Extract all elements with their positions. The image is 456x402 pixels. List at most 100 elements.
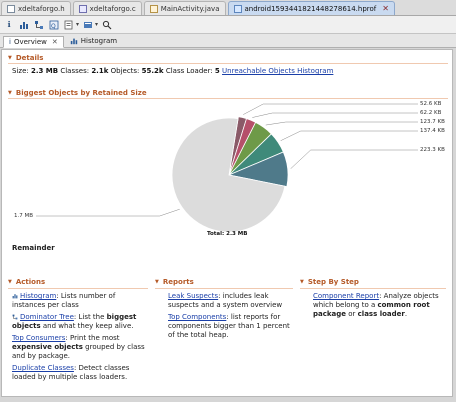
action-dominator-tree: Dominator Tree: List the biggest objects… xyxy=(12,313,150,331)
tab-label: Histogram xyxy=(80,37,118,45)
leader-line xyxy=(36,208,180,217)
divider xyxy=(8,98,448,99)
info-icon[interactable]: ℹ xyxy=(3,19,15,31)
report-dropdown-icon[interactable] xyxy=(63,19,75,31)
divider xyxy=(8,288,148,289)
dominator-tree-link[interactable]: Dominator Tree xyxy=(20,313,74,321)
chevron-down-icon[interactable]: ▾ xyxy=(76,21,79,28)
info-icon: i xyxy=(9,38,11,46)
remainder-label: Remainder xyxy=(12,244,55,252)
java-file-icon xyxy=(149,4,158,13)
leader-line xyxy=(252,112,418,118)
c-file-icon xyxy=(78,4,87,13)
step-by-step-heading: Step By Step xyxy=(307,277,359,286)
top-consumers-link[interactable]: Top Consumers xyxy=(12,334,65,342)
dominator-tree-icon[interactable] xyxy=(33,19,45,31)
editor-tab-hprof[interactable]: android1593441821448278614.hprof ✕ xyxy=(227,1,395,15)
objects-value: 55.2k xyxy=(141,67,164,75)
action-description: and what they keep alive. xyxy=(40,322,134,330)
editor-tab-label: MainActivity.java xyxy=(160,4,220,13)
close-icon[interactable]: ✕ xyxy=(382,4,389,13)
action-duplicate-classes: Duplicate Classes: Detect classes loaded… xyxy=(12,364,150,382)
close-icon[interactable]: ✕ xyxy=(52,38,58,46)
search-icon[interactable] xyxy=(101,19,113,31)
report-leak-suspects: Leak Suspects: includes leak suspects an… xyxy=(168,292,294,310)
action-emphasis: expensive objects xyxy=(12,343,83,351)
h-file-icon xyxy=(7,4,15,13)
step-by-step-header[interactable]: ▼ Step By Step xyxy=(300,276,446,287)
retained-size-chart: 52.6 KB 62.2 KB 123.7 KB 137.4 KB 223.3 … xyxy=(2,100,454,300)
step-description: or xyxy=(346,310,358,318)
query-dropdown-icon[interactable] xyxy=(82,19,94,31)
view-tab-bar: i Overview ✕ Histogram xyxy=(0,34,456,48)
divider xyxy=(8,63,448,64)
leader-line xyxy=(265,121,418,126)
component-report-link[interactable]: Component Report xyxy=(313,292,379,300)
editor-tab-bar: xdeltaforgo.h xdeltaforgo.c MainActivity… xyxy=(0,0,456,16)
dominator-tree-icon xyxy=(12,314,18,320)
actions-heading: Actions xyxy=(15,277,46,286)
histogram-icon xyxy=(70,38,77,45)
reports-section: ▼ Reports xyxy=(155,276,293,289)
objects-label: Objects: xyxy=(110,67,140,75)
action-histogram: Histogram: Lists number of instances per… xyxy=(12,292,150,310)
size-value: 2.3 MB xyxy=(30,67,59,75)
histogram-link[interactable]: Histogram xyxy=(20,292,56,300)
class-loader-value: 5 xyxy=(214,67,220,75)
leader-line xyxy=(290,149,418,169)
unreachable-objects-link[interactable]: Unreachable Objects Histogram xyxy=(222,67,333,75)
collapse-icon: ▼ xyxy=(8,89,12,96)
actions-section: ▼ Actions xyxy=(8,276,148,289)
overview-panel: ▼ Details Size: 2.3 MB Classes: 2.1k Obj… xyxy=(1,49,453,397)
divider xyxy=(300,288,446,289)
action-description: : Print the most xyxy=(65,334,120,342)
svg-text:Q: Q xyxy=(51,23,56,30)
step-emphasis: class loader xyxy=(357,310,405,318)
chevron-down-icon[interactable]: ▾ xyxy=(95,21,98,28)
slice-label: 62.2 KB xyxy=(420,110,442,116)
pie-chart[interactable] xyxy=(2,100,454,300)
editor-tab-xdeltaforgo-h[interactable]: xdeltaforgo.h xyxy=(1,1,71,15)
divider xyxy=(155,288,293,289)
classes-value: 2.1k xyxy=(91,67,109,75)
action-panels: ▼ Actions Histogram: Lists number of ins… xyxy=(2,276,454,396)
leak-suspects-link[interactable]: Leak Suspects xyxy=(168,292,218,300)
oql-icon[interactable]: Q xyxy=(48,19,60,31)
editor-tab-label: android1593441821448278614.hprof xyxy=(244,4,377,13)
editor-tab-mainactivity[interactable]: MainActivity.java xyxy=(143,1,226,15)
top-components-link[interactable]: Top Components xyxy=(168,313,226,321)
details-heading: Details xyxy=(15,53,44,62)
details-summary: Size: 2.3 MB Classes: 2.1k Objects: 55.2… xyxy=(12,67,333,75)
hprof-file-icon xyxy=(233,4,242,13)
editor-tab-label: xdeltaforgo.c xyxy=(89,4,136,13)
total-label: Total: 2.3 MB xyxy=(207,231,248,237)
details-header[interactable]: ▼ Details xyxy=(8,52,43,63)
tab-histogram[interactable]: Histogram xyxy=(63,35,124,47)
slice-label: 52.6 KB xyxy=(420,101,442,107)
action-description: : List the xyxy=(73,313,107,321)
leader-line xyxy=(280,130,418,141)
report-top-components: Top Components: list reports for compone… xyxy=(168,313,294,340)
slice-label: 123.7 KB xyxy=(420,119,445,125)
classes-label: Classes: xyxy=(60,67,90,75)
collapse-icon: ▼ xyxy=(300,278,304,285)
step-description: . xyxy=(404,310,408,318)
histogram-icon[interactable] xyxy=(18,19,30,31)
biggest-objects-heading: Biggest Objects by Retained Size xyxy=(15,88,147,97)
editor-tab-label: xdeltaforgo.h xyxy=(18,4,65,13)
reports-heading: Reports xyxy=(162,277,194,286)
biggest-objects-header[interactable]: ▼ Biggest Objects by Retained Size xyxy=(8,87,147,98)
step-component-report: Component Report: Analyze objects which … xyxy=(313,292,447,319)
actions-header[interactable]: ▼ Actions xyxy=(8,276,148,287)
duplicate-classes-link[interactable]: Duplicate Classes xyxy=(12,364,74,372)
histogram-icon xyxy=(12,294,18,299)
size-label: Size: xyxy=(12,67,29,75)
step-by-step-section: ▼ Step By Step xyxy=(300,276,446,289)
tab-overview[interactable]: i Overview ✕ xyxy=(3,36,64,48)
reports-header[interactable]: ▼ Reports xyxy=(155,276,293,287)
slice-label: 137.4 KB xyxy=(420,128,445,134)
action-top-consumers: Top Consumers: Print the most expensive … xyxy=(12,334,150,361)
editor-tab-xdeltaforgo-c[interactable]: xdeltaforgo.c xyxy=(72,1,142,15)
collapse-icon: ▼ xyxy=(8,54,12,61)
collapse-icon: ▼ xyxy=(155,278,159,285)
